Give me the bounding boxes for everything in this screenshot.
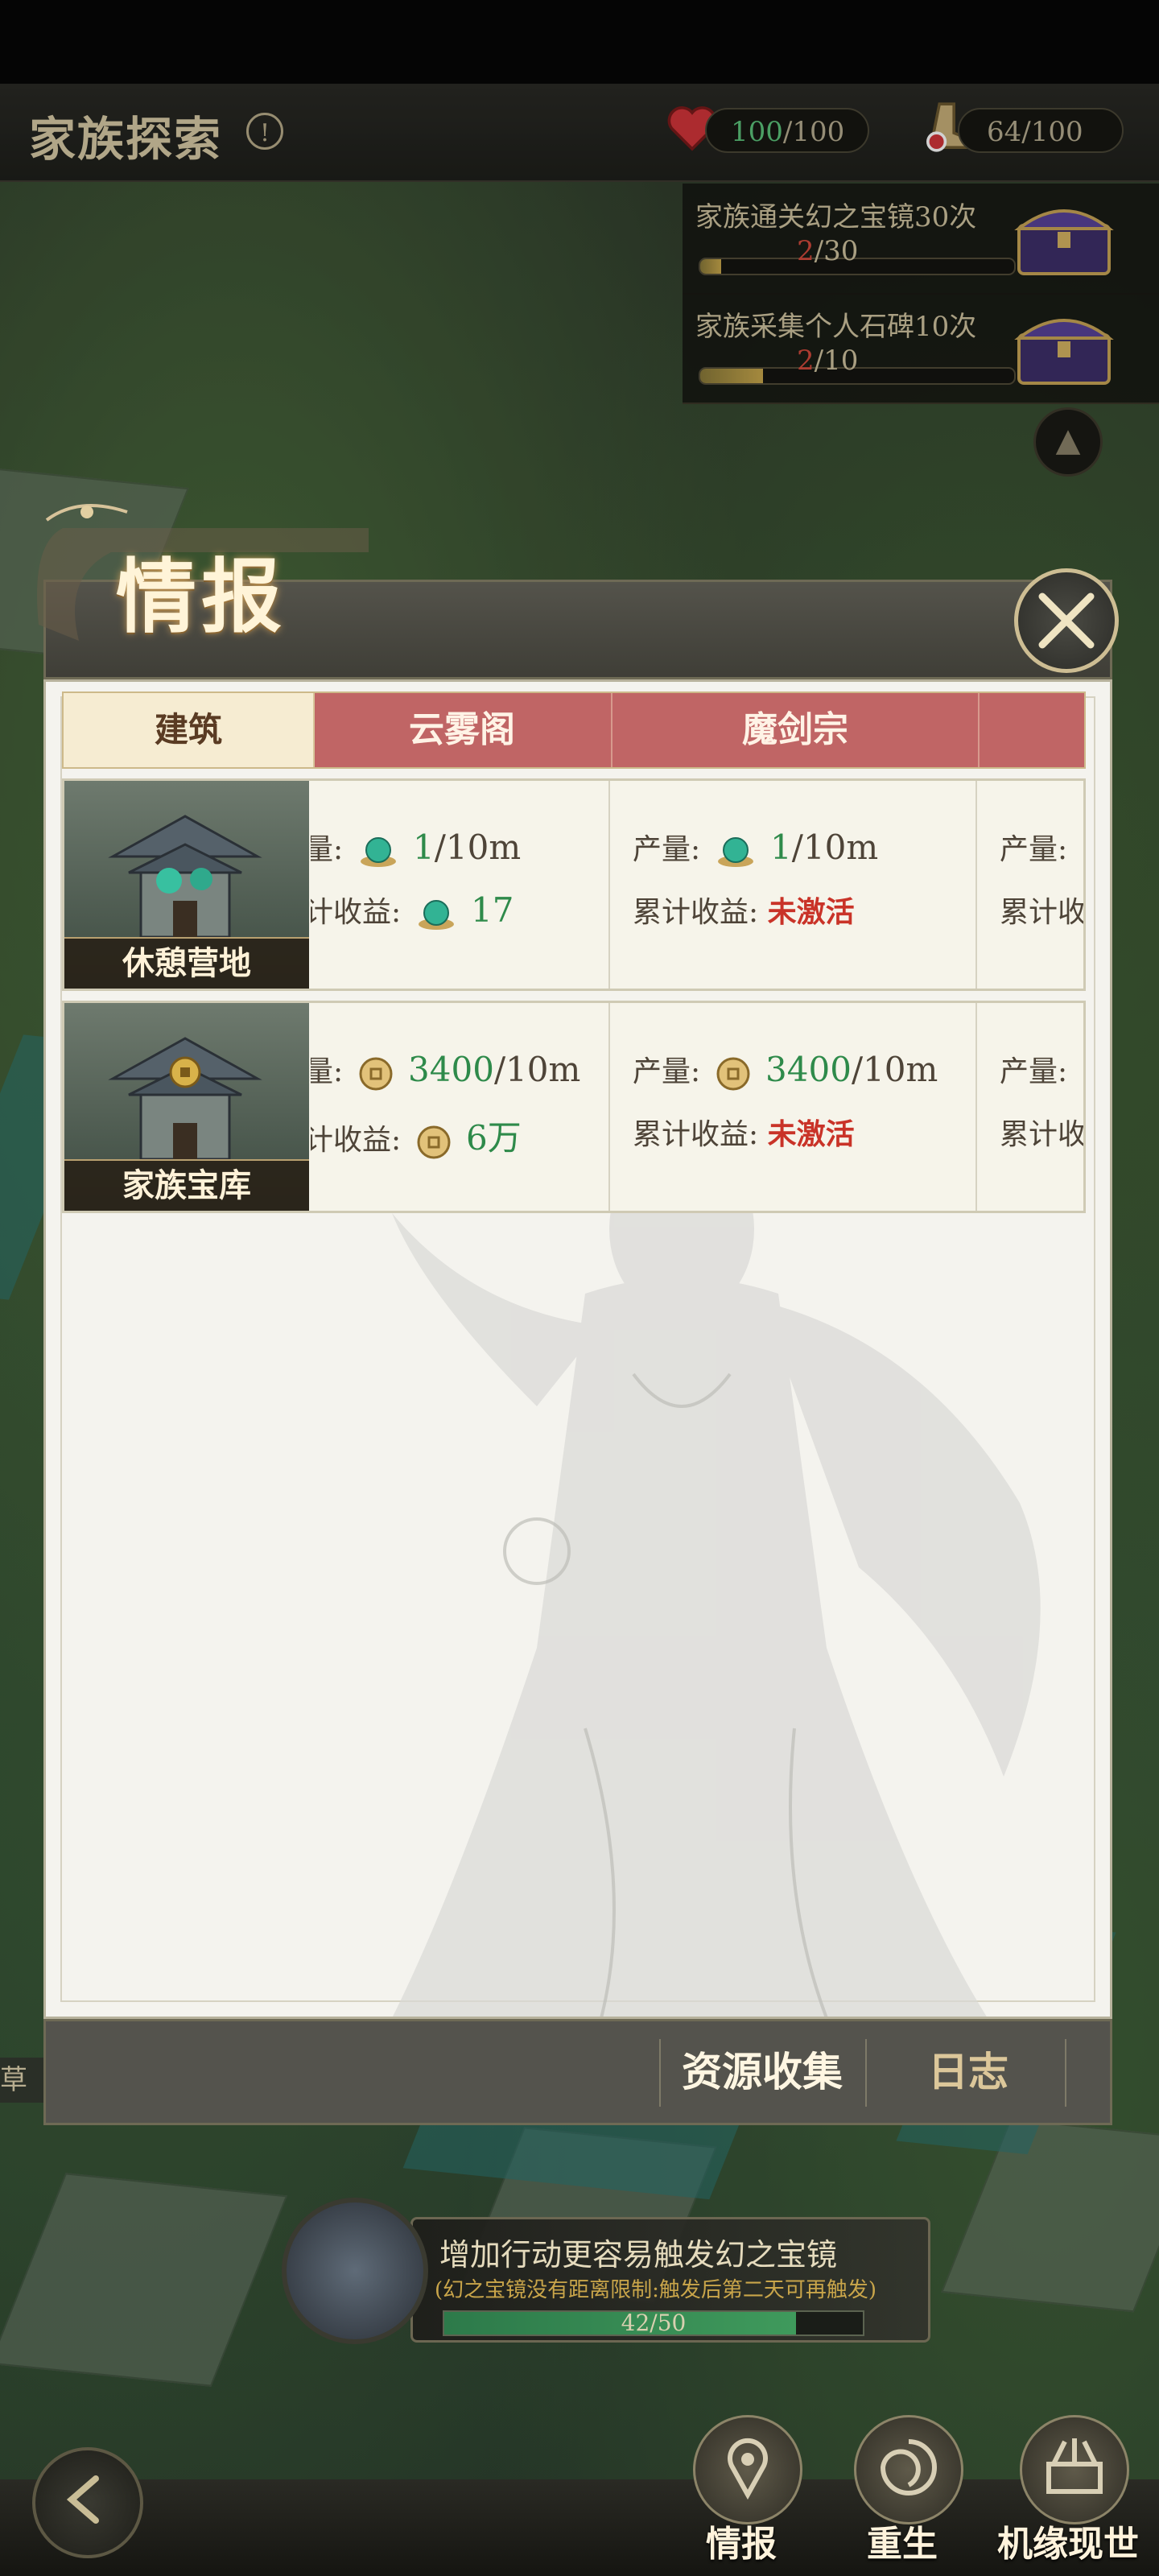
divider	[1065, 2039, 1066, 2107]
rate-unit: /10m	[434, 828, 522, 867]
total-value: 17	[471, 890, 514, 930]
event-progress-bar: 42/50	[443, 2310, 864, 2336]
column-header[interactable]: 云雾阁	[313, 693, 612, 767]
modal-title: 情报	[116, 549, 287, 644]
rate-label: 产量:	[1000, 1055, 1068, 1088]
table-row: 休憩营地 量: 1/10m 计收益: 17 产量: 1/10m	[62, 778, 1086, 991]
column-header[interactable]: 魔剑宗	[612, 693, 980, 767]
rate-label: 量:	[311, 833, 344, 866]
divider	[659, 2039, 661, 2107]
coin-icon	[359, 1057, 393, 1091]
total-label: 累计收	[1000, 1118, 1083, 1151]
modal-body: 建筑 云雾阁 魔剑宗 休憩营地 量: 1/10	[43, 679, 1112, 2019]
nav-label: 机缘现世	[997, 2524, 1139, 2565]
building-thumbnail[interactable]: 休憩营地	[64, 781, 309, 989]
rate-label: 产量:	[633, 1055, 701, 1088]
total-label: 计收益:	[311, 896, 402, 929]
nav-label: 情报	[706, 2524, 777, 2565]
income-cell-cutoff: 产量: 累计收	[977, 781, 1083, 989]
back-arrow-icon	[66, 2475, 99, 2524]
rate-label: 产量:	[633, 833, 701, 866]
event-progress-text: 42/50	[621, 2310, 687, 2336]
table-row: 家族宝库 量: 3400/10m 计收益: 6万 产量: 3400/	[62, 1001, 1086, 1213]
total-line: 累计收益: 未激活	[633, 889, 855, 931]
rate-value: 3400	[408, 1050, 494, 1089]
rate-line: 产量: 1/10m	[633, 826, 878, 869]
close-icon	[1038, 592, 1095, 649]
nav-label: 重生	[867, 2524, 938, 2565]
total-status: 未激活	[767, 895, 855, 929]
pavilion-icon	[108, 815, 262, 939]
total-label: 累计收益:	[633, 1118, 759, 1151]
column-header-building: 建筑	[64, 693, 315, 767]
total-label: 累计收	[1000, 896, 1083, 929]
jade-orb-icon	[717, 837, 753, 867]
rate-line: 产量: 3400/10m	[633, 1048, 938, 1092]
building-name: 休憩营地	[64, 937, 309, 989]
rate-label: 产量:	[1000, 833, 1068, 866]
income-cell: 量: 1/10m 计收益: 17	[311, 781, 610, 989]
building-thumbnail[interactable]: 家族宝库	[64, 1003, 309, 1211]
modal-footer: 资源收集 日志	[43, 2019, 1112, 2125]
jade-orb-icon	[418, 900, 454, 930]
rate-line: 量: 3400/10m	[311, 1048, 580, 1092]
income-cell: 产量: 1/10m 累计收益: 未激活	[610, 781, 977, 989]
bottom-nav	[0, 2479, 1159, 2576]
divider	[865, 2039, 867, 2107]
character-illustration	[392, 1165, 1041, 2017]
total-line: 累计收益: 未激活	[633, 1111, 855, 1153]
income-cell-cutoff: 产量: 累计收	[977, 1003, 1083, 1211]
rate-value: 1	[770, 828, 792, 867]
intel-modal: 情报 建筑 云雾阁 魔剑宗 休憩营地: 1/10m 计收益: 17 产量: 1…	[37, 504, 1119, 2125]
coin-icon	[716, 1057, 750, 1091]
total-label: 计收益:	[311, 1124, 402, 1157]
swirl-icon	[854, 2415, 963, 2524]
map-pin-icon	[693, 2415, 802, 2524]
total-label: 累计收益:	[633, 896, 759, 929]
map-side-label: 草丛	[0, 2058, 48, 2103]
rate-label: 量:	[311, 1055, 344, 1088]
event-subtitle: (幻之宝镜没有距离限制:触发后第二天可再触发)	[435, 2278, 877, 2302]
treasury-icon	[108, 1037, 262, 1161]
mirror-avatar	[282, 2198, 428, 2344]
nav-fortune[interactable]: 机缘现世	[992, 2415, 1145, 2576]
treasure-icon	[1020, 2415, 1129, 2524]
income-cell: 量: 3400/10m 计收益: 6万	[311, 1003, 610, 1211]
total-line: 计收益: 6万	[311, 1111, 522, 1161]
income-cell: 产量: 3400/10m 累计收益: 未激活	[610, 1003, 977, 1211]
nav-rebirth[interactable]: 重生	[826, 2415, 979, 2576]
rate-unit: /10m	[791, 828, 879, 867]
total-value: 6万	[466, 1118, 522, 1158]
event-banner[interactable]: 增加行动更容易触发幻之宝镜 (幻之宝镜没有距离限制:触发后第二天可再触发) 42…	[282, 2198, 942, 2351]
log-button[interactable]: 日志	[872, 2021, 1065, 2123]
nav-intel[interactable]: 情报	[665, 2415, 818, 2576]
event-title: 增加行动更容易触发幻之宝镜	[439, 2237, 838, 2273]
coin-icon	[417, 1125, 451, 1159]
rate-value: 3400	[765, 1050, 852, 1089]
table-header: 建筑 云雾阁 魔剑宗	[62, 691, 1086, 769]
rate-value: 1	[413, 828, 435, 867]
resource-collect-button[interactable]: 资源收集	[666, 2021, 859, 2123]
rate-unit: /10m	[851, 1050, 938, 1089]
total-status: 未激活	[767, 1117, 855, 1151]
building-name: 家族宝库	[64, 1159, 309, 1211]
back-button[interactable]	[32, 2447, 143, 2558]
jade-orb-icon	[360, 837, 396, 867]
rate-line: 量: 1/10m	[311, 826, 521, 869]
rate-unit: /10m	[493, 1050, 581, 1089]
system-status-strip	[0, 0, 1159, 84]
close-button[interactable]	[1014, 568, 1119, 673]
column-header-cutoff	[980, 693, 1084, 767]
total-line: 计收益: 17	[311, 889, 514, 932]
